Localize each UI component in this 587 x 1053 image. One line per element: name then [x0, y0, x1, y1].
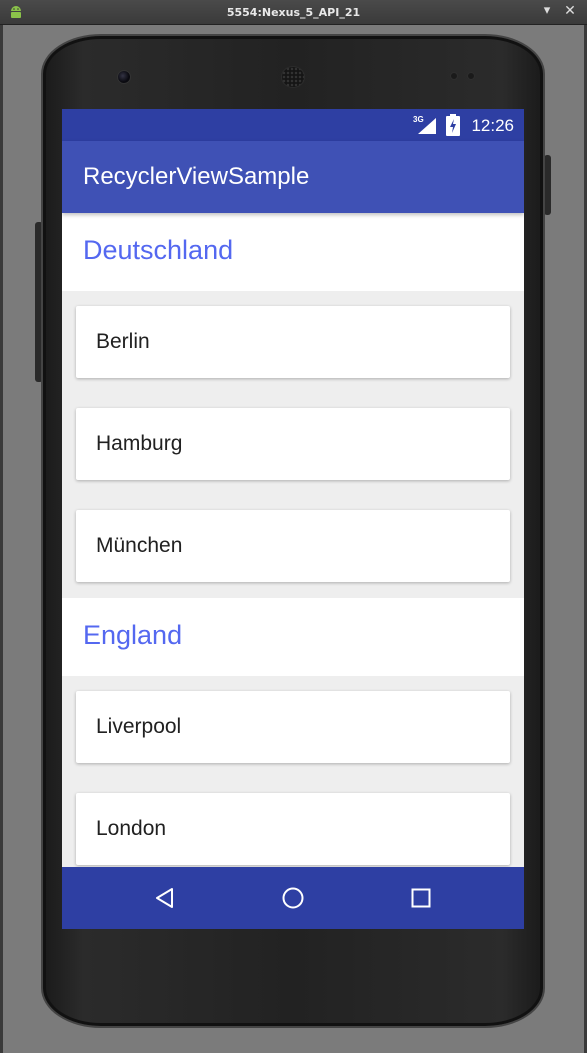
list-item[interactable]: München — [76, 510, 510, 582]
home-button[interactable] — [276, 881, 310, 915]
back-icon — [156, 888, 173, 908]
navigation-bar — [62, 867, 524, 929]
device-screen: 3G 12:26 RecyclerViewSample Deutschland … — [62, 109, 524, 929]
power-button — [544, 155, 551, 215]
recent-apps-button[interactable] — [404, 881, 438, 915]
section-header-deutschland: Deutschland — [62, 213, 524, 291]
list-item[interactable]: Berlin — [76, 306, 510, 378]
recent-apps-icon — [411, 888, 431, 908]
window-border-left — [0, 25, 3, 1053]
list-item[interactable]: Hamburg — [76, 408, 510, 480]
recycler-list[interactable]: Deutschland Berlin Hamburg München Engla… — [62, 213, 524, 867]
list-item[interactable]: Liverpool — [76, 691, 510, 763]
sensor-icon — [467, 72, 475, 80]
app-toolbar: RecyclerViewSample — [62, 141, 524, 213]
status-bar: 3G 12:26 — [62, 109, 524, 141]
minimize-icon[interactable]: ▾ — [540, 4, 554, 18]
window-title: 5554:Nexus_5_API_21 — [226, 6, 361, 19]
list-item[interactable]: London — [76, 793, 510, 865]
section-title: England — [83, 620, 183, 650]
close-icon[interactable]: ✕ — [563, 4, 577, 18]
signal-icon — [418, 118, 436, 134]
home-icon — [282, 887, 304, 909]
section-header-england: England — [62, 598, 524, 676]
list-item-label: London — [96, 817, 167, 840]
section-title: Deutschland — [83, 235, 234, 265]
status-time: 12:26 — [471, 116, 514, 135]
front-camera-icon — [117, 70, 131, 84]
list-item-label: Liverpool — [96, 715, 182, 738]
list-item-label: München — [96, 534, 183, 557]
earpiece-speaker-icon — [281, 66, 305, 88]
sensor-icon — [450, 72, 458, 80]
app-title: RecyclerViewSample — [83, 163, 310, 190]
list-item-label: Berlin — [96, 330, 150, 353]
battery-charging-icon — [446, 114, 460, 136]
list-item-label: Hamburg — [96, 432, 183, 455]
emulator-title-bar: 5554:Nexus_5_API_21 ▾ ✕ — [0, 0, 587, 25]
back-button[interactable] — [148, 881, 182, 915]
